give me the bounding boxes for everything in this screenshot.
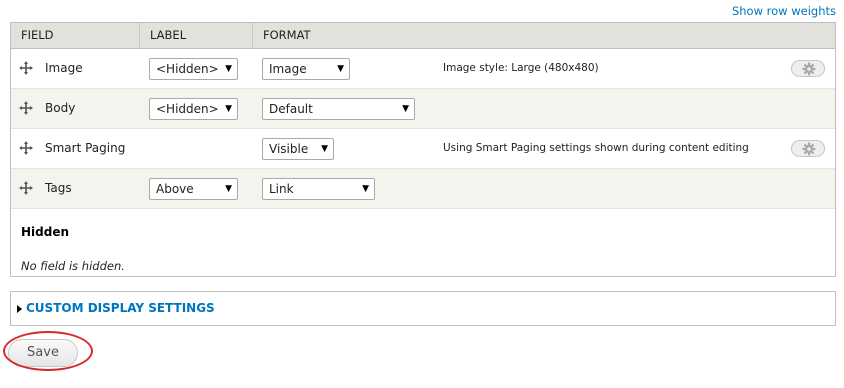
drag-handle-icon[interactable]	[19, 141, 33, 155]
label-select[interactable]: <Hidden> ▼	[149, 58, 238, 80]
drag-handle-icon[interactable]	[19, 61, 33, 75]
label-select[interactable]: <Hidden> ▼	[149, 98, 238, 120]
label-select-value: <Hidden>	[156, 62, 219, 76]
gear-icon	[802, 62, 816, 76]
custom-display-settings-toggle[interactable]: CUSTOM DISPLAY SETTINGS	[26, 301, 215, 315]
format-settings-button[interactable]	[791, 60, 825, 77]
label-select-value: <Hidden>	[156, 102, 219, 116]
hidden-region-empty-text: No field is hidden.	[21, 259, 125, 273]
format-select-value: Link	[269, 182, 294, 196]
drag-handle-icon[interactable]	[19, 181, 33, 195]
dropdown-arrow-icon: ▼	[321, 144, 328, 154]
show-row-weights-link[interactable]: Show row weights	[732, 4, 836, 18]
field-name: Tags	[45, 181, 72, 195]
column-header-label: LABEL	[139, 23, 252, 48]
dropdown-arrow-icon: ▼	[225, 184, 232, 194]
format-select-value: Image	[269, 62, 307, 76]
table-row-body: Body <Hidden> ▼ Default ▼	[11, 89, 835, 129]
drag-handle-icon[interactable]	[19, 101, 33, 115]
save-button[interactable]: Save	[8, 339, 78, 367]
dropdown-arrow-icon: ▼	[225, 64, 232, 74]
dropdown-arrow-icon: ▼	[225, 104, 232, 114]
field-name: Body	[45, 101, 76, 115]
format-summary: Image style: Large (480x480)	[443, 62, 599, 74]
format-select[interactable]: Default ▼	[262, 98, 415, 120]
label-select-value: Above	[156, 182, 194, 196]
field-name: Smart Paging	[45, 141, 126, 155]
dropdown-arrow-icon: ▼	[402, 104, 409, 114]
field-name: Image	[45, 61, 83, 75]
format-select-value: Visible	[269, 142, 309, 156]
format-settings-button[interactable]	[791, 140, 825, 157]
table-header: FIELD LABEL FORMAT	[11, 23, 835, 49]
hidden-region-title: Hidden	[21, 225, 70, 239]
dropdown-arrow-icon: ▼	[362, 184, 369, 194]
column-header-format: FORMAT	[252, 23, 372, 48]
label-select[interactable]: Above ▼	[149, 178, 238, 200]
column-header-field: FIELD	[21, 28, 54, 42]
format-summary: Using Smart Paging settings shown during…	[443, 142, 749, 154]
dropdown-arrow-icon: ▼	[337, 64, 344, 74]
gear-icon	[802, 142, 816, 156]
collapse-triangle-icon	[17, 305, 22, 313]
format-select[interactable]: Image ▼	[262, 58, 350, 80]
table-row-tags: Tags Above ▼ Link ▼	[11, 169, 835, 209]
table-row-image: Image <Hidden> ▼ Image ▼ Image style: La…	[11, 49, 835, 89]
table-row-smart-paging: Smart Paging Visible ▼ Using Smart Pagin…	[11, 129, 835, 169]
fields-table: FIELD LABEL FORMAT Image <Hidden> ▼ Imag…	[10, 22, 836, 277]
hidden-region: Hidden No field is hidden.	[11, 209, 835, 286]
format-select[interactable]: Link ▼	[262, 178, 375, 200]
format-select-value: Default	[269, 102, 313, 116]
custom-display-settings-fieldset[interactable]: CUSTOM DISPLAY SETTINGS	[10, 291, 836, 326]
format-select[interactable]: Visible ▼	[262, 138, 334, 160]
